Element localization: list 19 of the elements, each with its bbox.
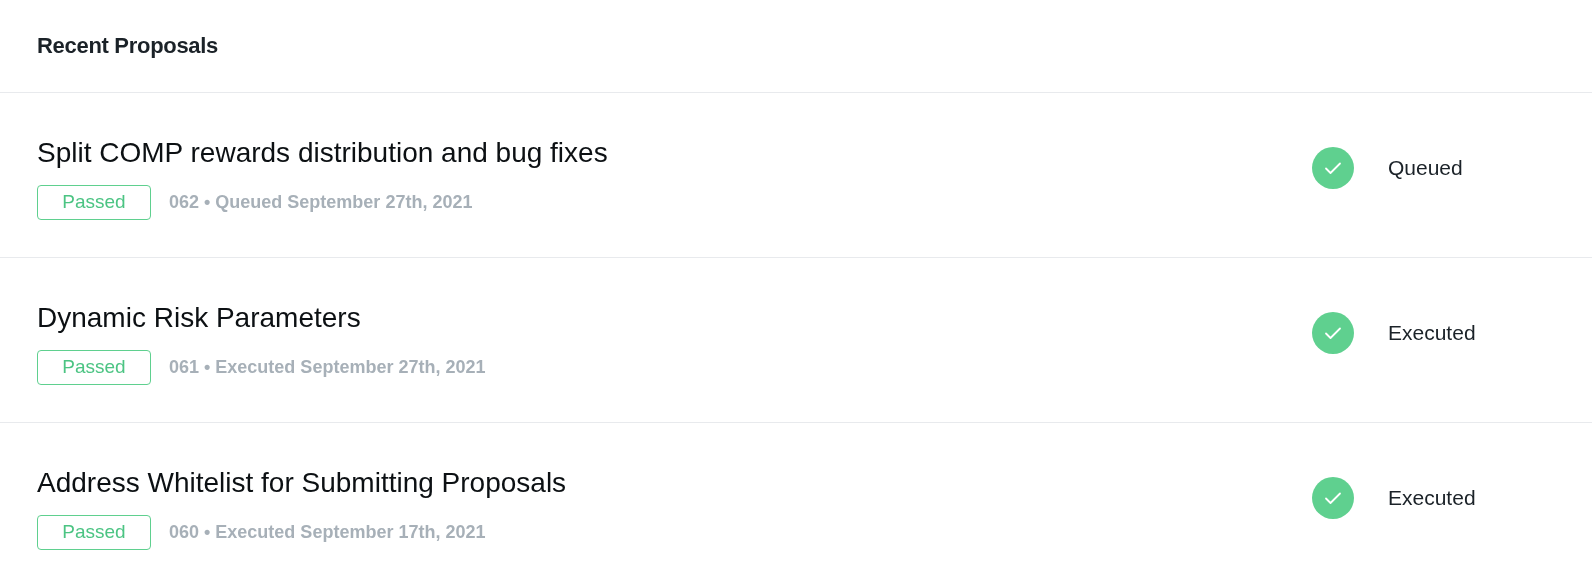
panel-title: Recent Proposals — [37, 33, 219, 59]
proposal-title: Address Whitelist for Submitting Proposals — [37, 466, 567, 499]
proposal-meta: 060 • Executed September 17th, 2021 — [169, 521, 486, 543]
proposal-meta: 062 • Queued September 27th, 2021 — [169, 191, 473, 213]
check-circle-icon — [1312, 477, 1354, 519]
proposal-meta: 061 • Executed September 27th, 2021 — [169, 356, 486, 378]
status-label: Queued — [1388, 156, 1463, 180]
status-label: Executed — [1388, 321, 1476, 345]
proposal-title: Dynamic Risk Parameters — [37, 301, 362, 334]
status-badge: Passed — [37, 184, 151, 220]
proposal-row[interactable]: Address Whitelist for Submitting Proposals Passed 060 • Executed September 17th, 2021 Executed — [0, 423, 1592, 584]
status-badge: Passed — [37, 349, 151, 385]
proposal-row[interactable]: Split COMP rewards distribution and bug fixes Passed 062 • Queued September 27th, 2021 Queued — [0, 93, 1592, 258]
proposal-title: Split COMP rewards distribution and bug fixes — [37, 136, 608, 169]
check-circle-icon — [1312, 312, 1354, 354]
status-label: Executed — [1388, 486, 1476, 510]
status-badge: Passed — [37, 514, 151, 550]
proposal-row[interactable]: Dynamic Risk Parameters Passed 061 • Executed September 27th, 2021 Executed — [0, 258, 1592, 423]
check-circle-icon — [1312, 147, 1354, 189]
